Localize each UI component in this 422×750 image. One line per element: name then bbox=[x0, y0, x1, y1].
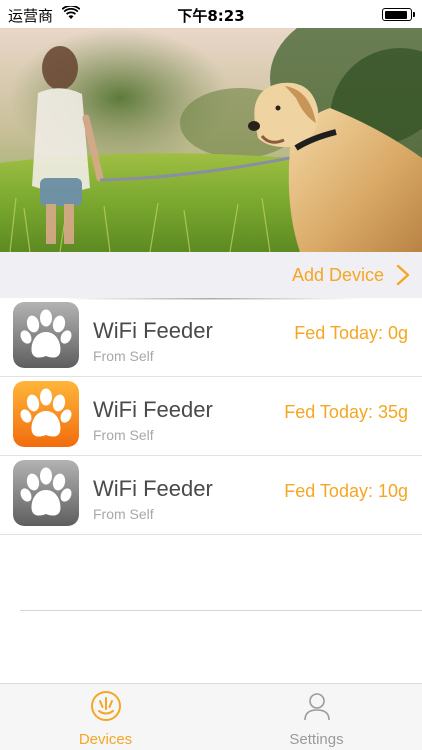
battery-icon bbox=[382, 8, 415, 21]
add-device-button[interactable]: Add Device bbox=[0, 252, 422, 298]
fed-today: Fed Today: 35g bbox=[284, 402, 408, 422]
paw-icon bbox=[13, 381, 79, 447]
device-list: WiFi Feeder From Self Fed Today: 0g WiFi… bbox=[0, 298, 422, 535]
paw-icon bbox=[13, 460, 79, 526]
device-row[interactable]: WiFi Feeder From Self Fed Today: 35g bbox=[0, 377, 422, 456]
status-bar: 运营商 下午8:23 bbox=[0, 0, 422, 28]
paw-icon bbox=[13, 302, 79, 368]
device-name: WiFi Feeder bbox=[93, 476, 213, 501]
tab-devices[interactable]: Devices bbox=[0, 684, 211, 750]
device-name: WiFi Feeder bbox=[93, 318, 213, 343]
hero-photo bbox=[0, 28, 422, 252]
device-row[interactable]: WiFi Feeder From Self Fed Today: 0g bbox=[0, 298, 422, 377]
fed-today: Fed Today: 0g bbox=[294, 323, 408, 343]
tab-settings-label: Settings bbox=[289, 731, 344, 748]
device-row[interactable]: WiFi Feeder From Self Fed Today: 10g bbox=[0, 456, 422, 535]
device-source: From Self bbox=[93, 506, 154, 522]
device-source: From Self bbox=[93, 348, 154, 364]
device-source: From Self bbox=[93, 427, 154, 443]
list-footer-divider bbox=[20, 610, 422, 611]
hero-banner bbox=[0, 28, 422, 252]
clock: 下午8:23 bbox=[177, 7, 245, 25]
chevron-right-icon bbox=[396, 264, 410, 286]
device-name: WiFi Feeder bbox=[93, 397, 213, 422]
add-device-label: Add Device bbox=[291, 265, 384, 285]
feeder-bowl-icon bbox=[90, 691, 121, 721]
person-icon bbox=[303, 693, 330, 721]
fed-today: Fed Today: 10g bbox=[284, 481, 408, 501]
tab-devices-label: Devices bbox=[78, 731, 133, 748]
tab-bar: Devices Settings bbox=[0, 683, 422, 750]
tab-settings[interactable]: Settings bbox=[211, 684, 422, 750]
battery-level bbox=[384, 10, 408, 19]
